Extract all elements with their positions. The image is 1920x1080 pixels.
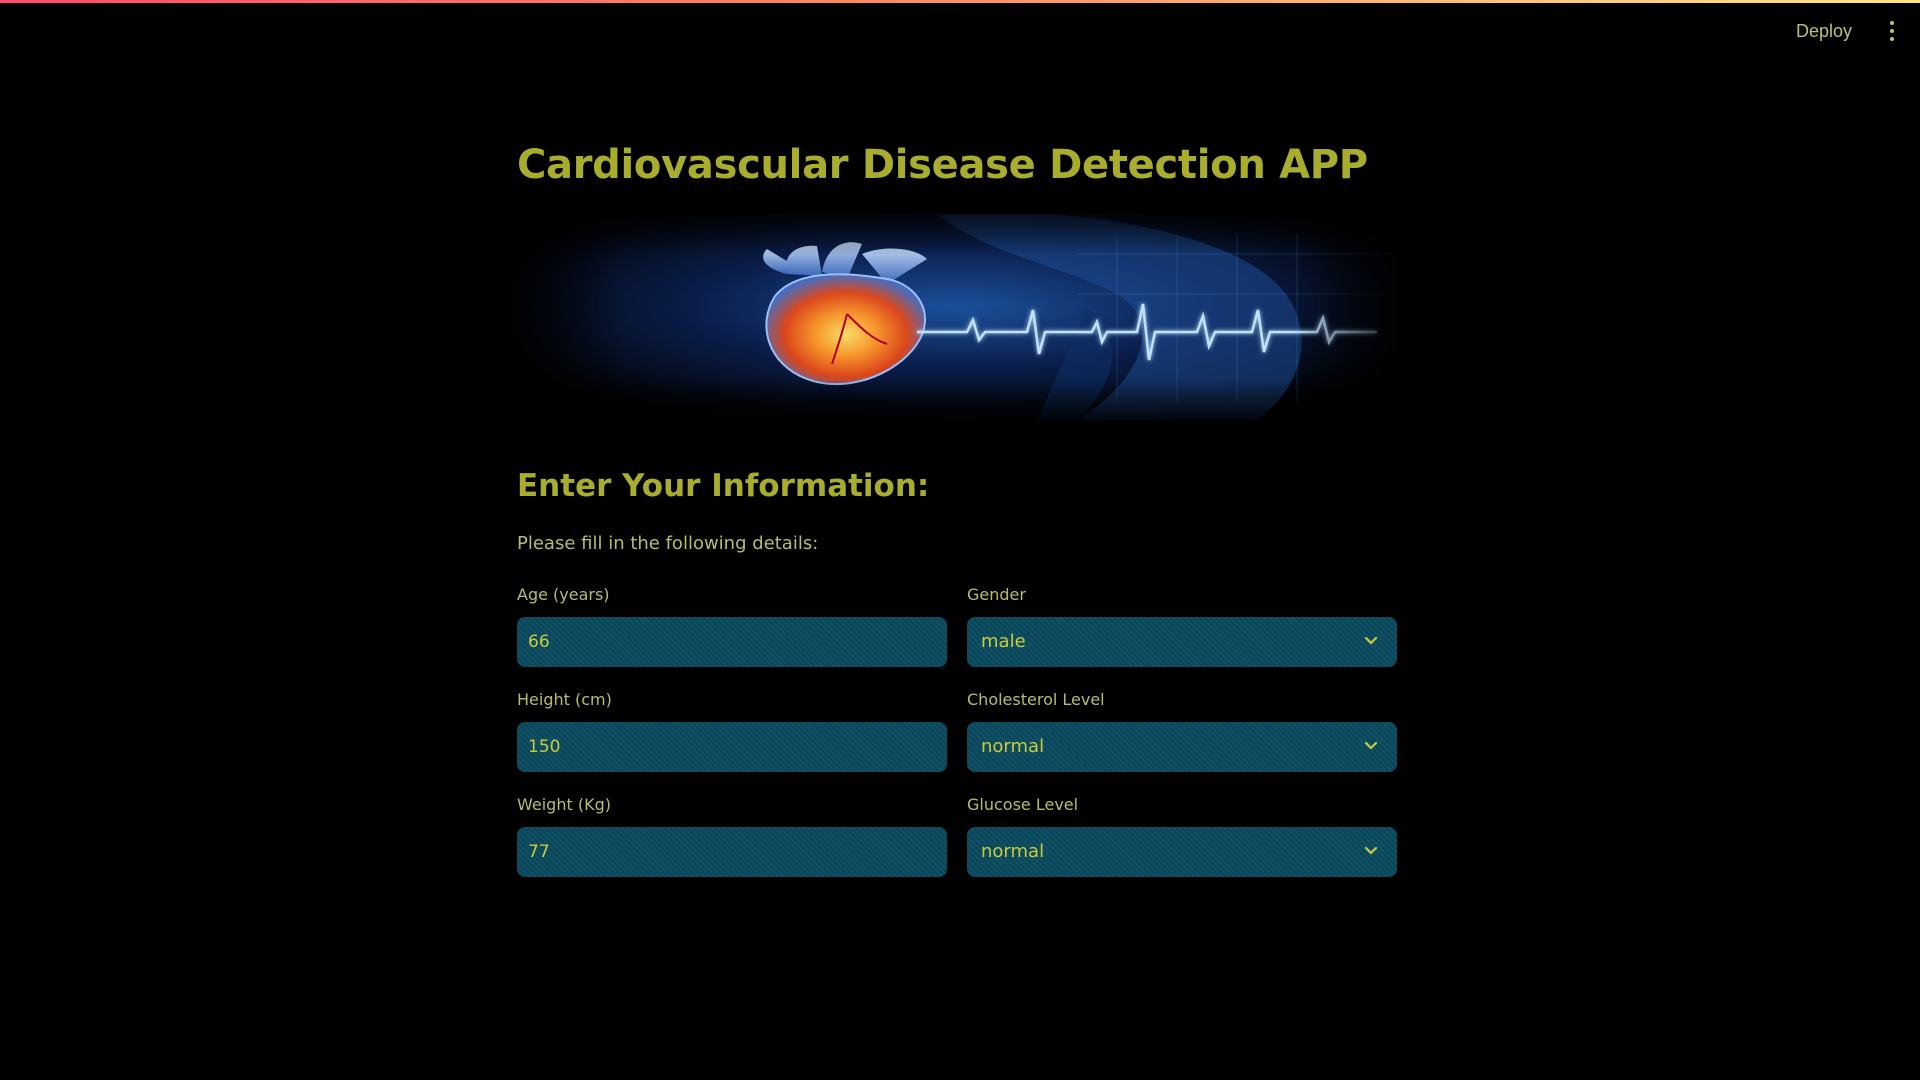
chevron-down-icon: [1364, 741, 1378, 750]
gender-label: Gender: [967, 585, 1026, 604]
cholesterol-select[interactable]: normal: [967, 722, 1397, 772]
deploy-button[interactable]: Deploy: [1796, 21, 1852, 42]
age-input[interactable]: [517, 617, 947, 667]
gender-select[interactable]: male: [967, 617, 1397, 667]
glucose-select[interactable]: normal: [967, 827, 1397, 877]
weight-input[interactable]: [517, 827, 947, 877]
glucose-label: Glucose Level: [967, 795, 1079, 814]
form-subheader: Enter Your Information:: [517, 468, 930, 504]
heart-ekg-banner: [517, 214, 1397, 420]
height-input-box: [517, 722, 947, 772]
chevron-down-icon: [1364, 846, 1378, 855]
age-field: Age (years): [517, 585, 947, 667]
kebab-menu-icon[interactable]: [1882, 16, 1902, 46]
banner-illustration: [517, 214, 1397, 420]
page-title: Cardiovascular Disease Detection APP: [517, 142, 1368, 188]
glucose-selected-value: normal: [981, 841, 1045, 862]
top-decoration-bar: [0, 0, 1920, 3]
cholesterol-field: Cholesterol Level normal: [967, 690, 1397, 772]
age-input-box: [517, 617, 947, 667]
weight-label: Weight (Kg): [517, 795, 611, 814]
cholesterol-selected-value: normal: [981, 736, 1045, 757]
age-label: Age (years): [517, 585, 610, 604]
cholesterol-label: Cholesterol Level: [967, 690, 1105, 709]
height-label: Height (cm): [517, 690, 612, 709]
chevron-down-icon: [1364, 636, 1378, 645]
app-header: Deploy: [1796, 0, 1920, 62]
form-instructions: Please fill in the following details:: [517, 533, 819, 554]
glucose-field: Glucose Level normal: [967, 795, 1397, 877]
height-field: Height (cm): [517, 690, 947, 772]
height-input[interactable]: [517, 722, 947, 772]
gender-selected-value: male: [981, 631, 1026, 652]
gender-field: Gender male: [967, 585, 1397, 667]
weight-input-box: [517, 827, 947, 877]
weight-field: Weight (Kg): [517, 795, 947, 877]
